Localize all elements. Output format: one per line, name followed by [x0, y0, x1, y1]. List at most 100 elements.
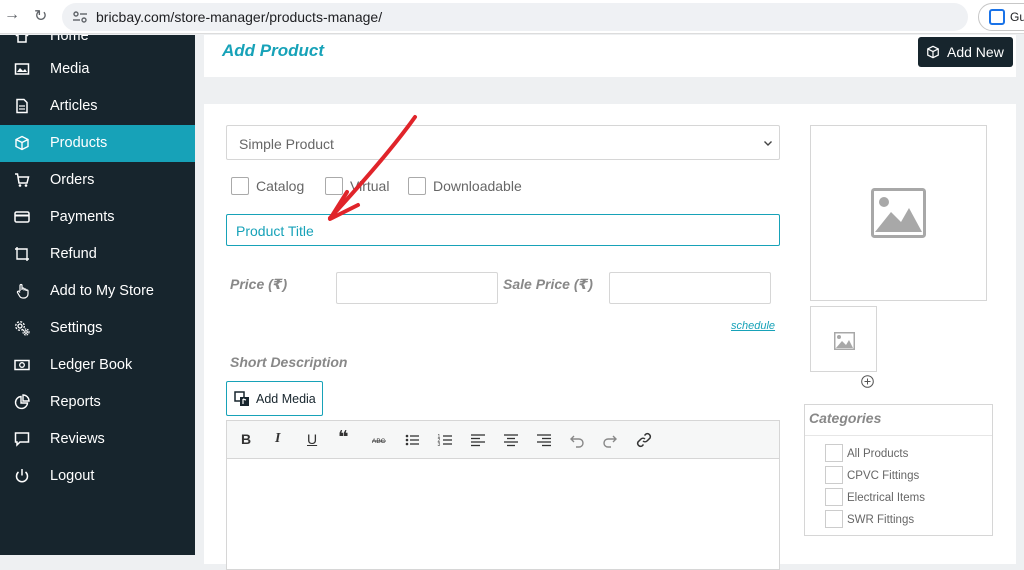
cube-icon: [927, 45, 939, 59]
page-header: Add Product Add New: [204, 35, 1016, 77]
categories-title: Categories: [809, 410, 882, 426]
sidebar-item-reports[interactable]: Reports: [0, 384, 195, 421]
checkbox-box[interactable]: [825, 488, 843, 506]
profile-icon: [989, 9, 1005, 25]
cart-icon: [15, 173, 30, 187]
address-bar[interactable]: bricbay.com/store-manager/products-manag…: [62, 3, 968, 31]
underline-icon[interactable]: U: [307, 431, 317, 447]
sidebar-item-payments[interactable]: Payments: [0, 199, 195, 236]
numbered-list-icon[interactable]: 123: [437, 432, 453, 448]
gear-icon: [15, 321, 30, 336]
bold-icon[interactable]: B: [241, 431, 251, 447]
downloadable-label: Downloadable: [433, 178, 522, 194]
align-center-icon[interactable]: [503, 432, 519, 448]
gallery-image-placeholder[interactable]: [810, 306, 877, 372]
product-form: Simple Product Catalog Virtual Downloada…: [204, 104, 1016, 570]
comment-icon: [14, 432, 30, 447]
sidebar-item-label: Settings: [50, 320, 103, 336]
sidebar-item-label: Add to My Store: [50, 283, 154, 299]
document-icon: [16, 98, 28, 114]
sidebar-item-label: Orders: [50, 172, 95, 188]
price-label: Price (₹): [230, 276, 288, 292]
align-right-icon[interactable]: [536, 432, 552, 448]
short-description-label: Short Description: [230, 354, 348, 370]
price-input[interactable]: [336, 272, 498, 304]
category-label: Electrical Items: [847, 492, 925, 504]
sale-price-label: Sale Price (₹): [503, 276, 593, 292]
checkbox-box[interactable]: [825, 444, 843, 462]
cube-icon: [15, 135, 29, 151]
profile-label: Gue: [1010, 10, 1024, 24]
money-icon: [14, 359, 30, 371]
image-placeholder-icon: [871, 188, 926, 238]
product-title-input[interactable]: Product Title: [226, 214, 780, 246]
sidebar-item-label: Ledger Book: [50, 357, 133, 373]
sidebar: Home Media Articles Products Orders Paym…: [0, 35, 195, 555]
sidebar-item-label: Home: [50, 35, 89, 44]
add-media-label: Add Media: [256, 392, 316, 406]
sidebar-item-settings[interactable]: Settings: [0, 310, 195, 347]
categories-panel: Categories All Products CPVC Fittings El…: [804, 404, 993, 536]
sidebar-item-media[interactable]: Media: [0, 51, 195, 88]
categories-list: All Products CPVC Fittings Electrical It…: [805, 435, 992, 535]
short-description-editor[interactable]: B I U ❝ ABC 123: [226, 420, 780, 570]
site-settings-icon[interactable]: [72, 9, 88, 25]
sale-price-input[interactable]: [609, 272, 771, 304]
sidebar-item-label: Refund: [50, 246, 97, 262]
italic-icon[interactable]: I: [275, 431, 280, 447]
profile-button[interactable]: Gue: [978, 3, 1024, 31]
add-media-icon: [234, 391, 249, 406]
sidebar-item-ledger-book[interactable]: Ledger Book: [0, 347, 195, 384]
pie-chart-icon: [14, 394, 30, 410]
category-label: SWR Fittings: [847, 514, 915, 526]
category-label: All Products: [847, 448, 909, 460]
blockquote-icon[interactable]: ❝: [338, 427, 349, 448]
svg-text:ABC: ABC: [372, 438, 386, 445]
checkbox-box[interactable]: [231, 177, 249, 195]
add-gallery-icon[interactable]: [861, 375, 874, 388]
sidebar-item-label: Media: [50, 61, 90, 77]
sidebar-item-logout[interactable]: Logout: [0, 458, 195, 495]
sidebar-item-label: Reviews: [50, 431, 105, 447]
image-icon: [14, 63, 30, 75]
virtual-label: Virtual: [350, 178, 390, 194]
page-title: Add Product: [222, 41, 324, 60]
browser-toolbar: → ↻ bricbay.com/store-manager/products-m…: [0, 0, 1024, 34]
bullet-list-icon[interactable]: [404, 432, 420, 448]
refund-icon: [15, 247, 29, 261]
product-type-select[interactable]: Simple Product: [226, 125, 780, 160]
sidebar-item-label: Reports: [50, 394, 101, 410]
add-new-button[interactable]: Add New: [918, 37, 1013, 67]
back-icon[interactable]: →: [4, 6, 20, 24]
reload-icon[interactable]: ↻: [34, 6, 47, 26]
redo-icon[interactable]: [602, 432, 618, 448]
main-content: Add Product Add New Simple Product Catal…: [195, 35, 1024, 570]
sidebar-item-label: Products: [50, 135, 108, 151]
sidebar-item-products[interactable]: Products: [0, 125, 195, 162]
url-text: bricbay.com/store-manager/products-manag…: [96, 9, 383, 25]
chevron-down-icon: [764, 141, 772, 146]
checkbox-box[interactable]: [825, 466, 843, 484]
add-new-label: Add New: [947, 44, 1004, 60]
catalog-label: Catalog: [256, 178, 305, 194]
power-icon: [15, 469, 29, 483]
undo-icon[interactable]: [569, 432, 585, 448]
sidebar-item-label: Articles: [50, 98, 98, 114]
credit-card-icon: [14, 211, 30, 223]
checkbox-box[interactable]: [408, 177, 426, 195]
sidebar-item-reviews[interactable]: Reviews: [0, 421, 195, 458]
hand-pointer-icon: [16, 283, 29, 299]
schedule-link[interactable]: schedule: [731, 320, 775, 332]
add-media-button[interactable]: Add Media: [226, 381, 323, 416]
sidebar-item-add-to-my-store[interactable]: Add to My Store: [0, 273, 195, 310]
align-left-icon[interactable]: [470, 432, 486, 448]
checkbox-box[interactable]: [325, 177, 343, 195]
image-placeholder-icon: [834, 332, 855, 350]
sidebar-item-orders[interactable]: Orders: [0, 162, 195, 199]
strikethrough-icon[interactable]: ABC: [371, 432, 387, 448]
link-icon[interactable]: [636, 432, 652, 448]
sidebar-item-refund[interactable]: Refund: [0, 236, 195, 273]
checkbox-box[interactable]: [825, 510, 843, 528]
sidebar-item-articles[interactable]: Articles: [0, 88, 195, 125]
featured-image-placeholder[interactable]: [810, 125, 987, 301]
